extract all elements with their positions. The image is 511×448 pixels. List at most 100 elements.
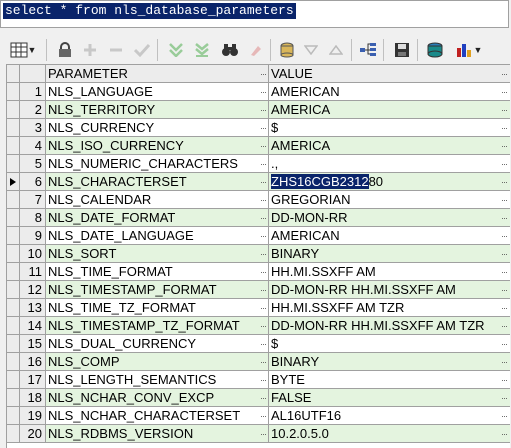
- table-row[interactable]: 1 NLS_LANGUAGE ··· AMERICAN ···: [7, 83, 510, 101]
- row-number-cell[interactable]: 3: [20, 119, 46, 137]
- value-cell[interactable]: AL16UTF16 ···: [269, 407, 510, 425]
- value-cell[interactable]: DD-MON-RR HH.MI.SSXFF AM ···: [269, 281, 510, 299]
- grid-menu-button[interactable]: ▼: [6, 40, 40, 60]
- row-indicator-cell[interactable]: [7, 407, 20, 425]
- sort-button[interactable]: [326, 40, 346, 60]
- row-indicator-cell[interactable]: [7, 281, 20, 299]
- row-number-cell[interactable]: 13: [20, 299, 46, 317]
- table-row[interactable]: 5 NLS_NUMERIC_CHARACTERS ···., ···: [7, 155, 510, 173]
- table-row[interactable]: 10 NLS_SORT ··· BINARY ···: [7, 245, 510, 263]
- row-number-cell[interactable]: 18: [20, 389, 46, 407]
- fetch-last-button[interactable]: [192, 40, 212, 60]
- parameter-cell[interactable]: NLS_CALENDAR ···: [46, 191, 269, 209]
- table-row[interactable]: 19 NLS_NCHAR_CHARACTERSET ··· AL16UTF16 ···: [7, 407, 510, 425]
- parameter-cell[interactable]: NLS_DATE_LANGUAGE ···: [46, 227, 269, 245]
- table-row[interactable]: 16 NLS_COMP ··· BINARY ···: [7, 353, 510, 371]
- value-cell[interactable]: AMERICA ···: [269, 137, 510, 155]
- table-row[interactable]: 2 NLS_TERRITORY ··· AMERICA ···: [7, 101, 510, 119]
- row-indicator-cell[interactable]: [7, 173, 20, 191]
- parameter-cell[interactable]: NLS_COMP ···: [46, 353, 269, 371]
- row-indicator-cell[interactable]: [7, 335, 20, 353]
- value-cell[interactable]: DD-MON-RR ···: [269, 209, 510, 227]
- value-cell[interactable]: HH.MI.SSXFF AM TZR ···: [269, 299, 510, 317]
- row-number-cell[interactable]: 4: [20, 137, 46, 155]
- sql-query-text[interactable]: select * from nls_database_parameters: [3, 3, 296, 19]
- row-indicator-cell[interactable]: [7, 119, 20, 137]
- row-number-cell[interactable]: 12: [20, 281, 46, 299]
- table-row[interactable]: 13 NLS_TIME_TZ_FORMAT ··· HH.MI.SSXFF AM TZ…: [7, 299, 510, 317]
- value-cell[interactable]: DD-MON-RR HH.MI.SSXFF AM TZR ···: [269, 317, 510, 335]
- row-number-cell[interactable]: 6: [20, 173, 46, 191]
- row-number-cell[interactable]: 2: [20, 101, 46, 119]
- row-indicator-cell[interactable]: [7, 83, 20, 101]
- find-button[interactable]: [220, 40, 240, 60]
- add-row-button[interactable]: [80, 40, 100, 60]
- tree-button[interactable]: [358, 40, 378, 60]
- row-indicator-cell[interactable]: [7, 299, 20, 317]
- parameter-cell[interactable]: NLS_DATE_FORMAT ···: [46, 209, 269, 227]
- value-cell[interactable]: AMERICAN ···: [269, 227, 510, 245]
- value-cell[interactable]: ZHS16CGB231280 ···: [269, 173, 510, 191]
- parameter-cell[interactable]: NLS_NUMERIC_CHARACTERS ···: [46, 155, 269, 173]
- row-number-cell[interactable]: 9: [20, 227, 46, 245]
- value-cell[interactable]: HH.MI.SSXFF AM ···: [269, 263, 510, 281]
- delete-row-button[interactable]: [106, 40, 126, 60]
- value-cell[interactable]: BINARY ···: [269, 353, 510, 371]
- parameter-cell[interactable]: NLS_CURRENCY ···: [46, 119, 269, 137]
- value-cell[interactable]: 10.2.0.5.0 ···: [269, 425, 510, 443]
- row-indicator-cell[interactable]: [7, 227, 20, 245]
- parameter-cell[interactable]: NLS_TIME_FORMAT ···: [46, 263, 269, 281]
- value-cell[interactable]: $ ···: [269, 119, 510, 137]
- parameter-cell[interactable]: NLS_TIMESTAMP_FORMAT ···: [46, 281, 269, 299]
- table-row[interactable]: 18 NLS_NCHAR_CONV_EXCP ··· FALSE ···: [7, 389, 510, 407]
- fetch-next-button[interactable]: [166, 40, 186, 60]
- clear-button[interactable]: [246, 40, 266, 60]
- table-row[interactable]: 9 NLS_DATE_LANGUAGE ··· AMERICAN ···: [7, 227, 510, 245]
- table-row[interactable]: 4 NLS_ISO_CURRENCY ··· AMERICA ···: [7, 137, 510, 155]
- row-number-cell[interactable]: 11: [20, 263, 46, 281]
- row-number-cell[interactable]: 1: [20, 83, 46, 101]
- filter-button[interactable]: [301, 40, 321, 60]
- parameter-cell[interactable]: NLS_NCHAR_CHARACTERSET ···: [46, 407, 269, 425]
- table-row[interactable]: 3 NLS_CURRENCY ··· $ ···: [7, 119, 510, 137]
- parameter-cell[interactable]: NLS_CHARACTERSET ···: [46, 173, 269, 191]
- row-indicator-cell[interactable]: [7, 245, 20, 263]
- row-indicator-cell[interactable]: [7, 155, 20, 173]
- table-row[interactable]: 7 NLS_CALENDAR ··· GREGORIAN ···: [7, 191, 510, 209]
- parameter-cell[interactable]: NLS_RDBMS_VERSION ···: [46, 425, 269, 443]
- value-cell[interactable]: $ ···: [269, 335, 510, 353]
- post-button[interactable]: [132, 40, 152, 60]
- value-cell[interactable]: AMERICA ···: [269, 101, 510, 119]
- row-number-cell[interactable]: 7: [20, 191, 46, 209]
- row-indicator-cell[interactable]: [7, 191, 20, 209]
- row-number-cell[interactable]: 5: [20, 155, 46, 173]
- row-indicator-cell[interactable]: [7, 263, 20, 281]
- chart-button[interactable]: ▼: [452, 40, 486, 60]
- value-cell[interactable]: GREGORIAN ···: [269, 191, 510, 209]
- row-indicator-cell[interactable]: [7, 209, 20, 227]
- value-cell[interactable]: AMERICAN ···: [269, 83, 510, 101]
- export-button[interactable]: [425, 40, 445, 60]
- value-cell[interactable]: BYTE ···: [269, 371, 510, 389]
- row-number-cell[interactable]: 19: [20, 407, 46, 425]
- selected-text[interactable]: ZHS16CGB2312: [271, 174, 369, 189]
- row-number-cell[interactable]: 17: [20, 371, 46, 389]
- value-cell[interactable]: BINARY ···: [269, 245, 510, 263]
- row-indicator-cell[interactable]: [7, 425, 20, 443]
- column-header-parameter[interactable]: PARAMETER ···: [46, 65, 269, 83]
- lock-button[interactable]: [55, 40, 75, 60]
- row-indicator-cell[interactable]: [7, 137, 20, 155]
- parameter-cell[interactable]: NLS_TERRITORY ···: [46, 101, 269, 119]
- table-row[interactable]: 12 NLS_TIMESTAMP_FORMAT ··· DD-MON-RR HH.MI…: [7, 281, 510, 299]
- parameter-cell[interactable]: NLS_DUAL_CURRENCY ···: [46, 335, 269, 353]
- table-row[interactable]: 17 NLS_LENGTH_SEMANTICS ··· BYTE ···: [7, 371, 510, 389]
- value-cell[interactable]: ., ···: [269, 155, 510, 173]
- row-indicator-cell[interactable]: [7, 317, 20, 335]
- results-grid[interactable]: PARAMETER ··· VALUE ··· 1 NLS_LANGUAGE ···…: [6, 64, 510, 448]
- row-number-cell[interactable]: 16: [20, 353, 46, 371]
- query-by-example-button[interactable]: [277, 40, 297, 60]
- parameter-cell[interactable]: NLS_LENGTH_SEMANTICS ···: [46, 371, 269, 389]
- save-button[interactable]: [392, 40, 412, 60]
- table-row[interactable]: 14 NLS_TIMESTAMP_TZ_FORMAT ··· DD-MON-RR HH…: [7, 317, 510, 335]
- row-indicator-cell[interactable]: [7, 353, 20, 371]
